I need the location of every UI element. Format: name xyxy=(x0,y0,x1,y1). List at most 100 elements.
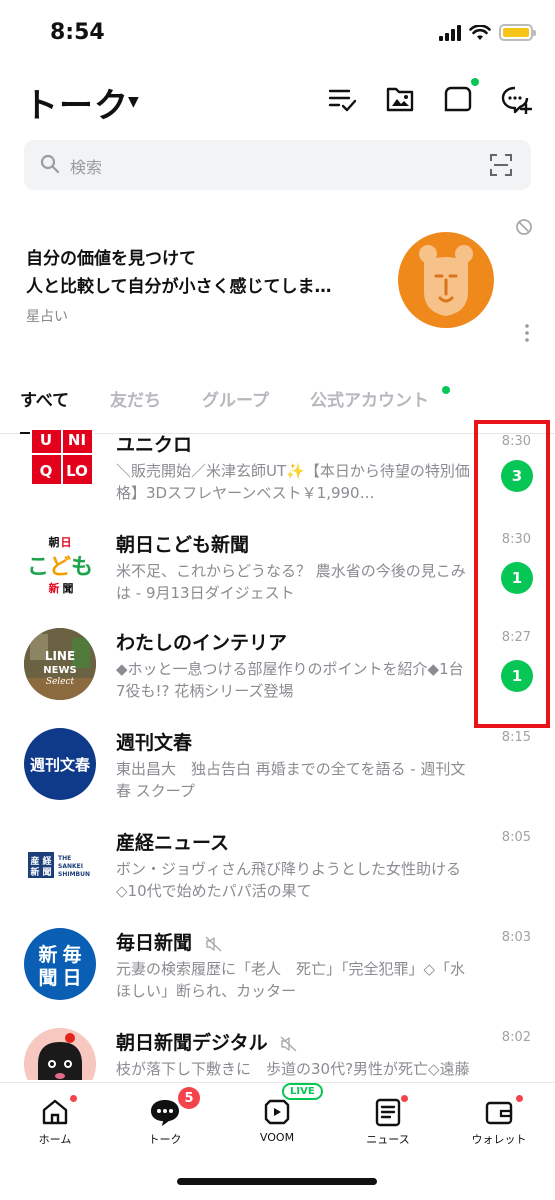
chat-preview: 枝が落下し下敷きに 歩道の30代?男性が死亡◇遠藤容疑者の独り言 xyxy=(116,1060,470,1078)
svg-text:新: 新 xyxy=(38,943,57,966)
chat-list: U NI Q LO ユニクロ ＼販売開始／米津玄師UT✨【本日から待望の特別価格… xyxy=(0,430,555,1080)
avatar: 新 毎 聞 日 xyxy=(24,928,96,1000)
chat-bubble-icon xyxy=(151,1100,179,1126)
tab-official-accounts[interactable]: 公式アカウント xyxy=(310,386,429,411)
chat-time: 8:05 xyxy=(501,830,531,845)
wallet-icon xyxy=(485,1101,513,1125)
status-icons xyxy=(439,24,536,41)
svg-text:THE: THE xyxy=(58,855,71,862)
chat-preview: 元妻の検索履歴に「老人 死亡」「完全犯罪」◇「水ほしい」断られ、カッター xyxy=(116,960,466,1000)
svg-text:NI: NI xyxy=(68,431,86,449)
hide-banner-icon[interactable] xyxy=(515,218,533,236)
tab-groups[interactable]: グループ xyxy=(202,386,269,411)
search-icon xyxy=(40,154,60,174)
keep-button[interactable] xyxy=(385,84,417,116)
battery-icon xyxy=(499,24,536,41)
svg-text:新: 新 xyxy=(49,581,60,595)
svg-text:日: 日 xyxy=(62,967,81,989)
svg-text:Q: Q xyxy=(40,462,53,480)
notification-dot xyxy=(401,1095,408,1102)
chat-row-uniqlo[interactable]: U NI Q LO ユニクロ ＼販売開始／米津玄師UT✨【本日から待望の特別価格… xyxy=(0,430,555,530)
avatar xyxy=(24,1028,96,1080)
chat-preview: 東出昌大 独占告白 再婚までの全てを語る - 週刊文春 スクープ xyxy=(116,760,466,800)
svg-text:LINE: LINE xyxy=(45,649,75,663)
nav-home[interactable]: ホーム xyxy=(10,1093,100,1147)
tab-friends[interactable]: 友だち xyxy=(110,386,161,411)
svg-text:聞: 聞 xyxy=(38,967,57,989)
svg-text:日: 日 xyxy=(61,536,72,549)
svg-text:SANKEI: SANKEI xyxy=(58,863,83,870)
live-badge: LIVE xyxy=(282,1083,323,1100)
checklist-icon xyxy=(328,89,357,112)
page-title[interactable]: トーク xyxy=(24,78,129,127)
chat-add-icon xyxy=(501,86,533,116)
banner-source: 星占い xyxy=(26,309,68,325)
chevron-down-icon[interactable]: ▼ xyxy=(128,94,139,110)
nav-label: トーク xyxy=(148,1133,182,1146)
svg-text:LO: LO xyxy=(66,462,88,480)
svg-text:U: U xyxy=(40,431,52,449)
edit-list-button[interactable] xyxy=(327,84,359,116)
status-time: 8:54 xyxy=(50,20,105,45)
qr-scan-icon[interactable] xyxy=(489,153,513,177)
avatar: 朝 日 こ ど も 新 聞 xyxy=(24,530,96,602)
home-icon xyxy=(42,1099,68,1125)
home-indicator[interactable] xyxy=(177,1178,377,1185)
nav-talk[interactable]: 5 トーク xyxy=(120,1087,210,1147)
chat-filter-tabs: すべて 友だち グループ 公式アカウント xyxy=(0,380,555,434)
mute-icon xyxy=(205,935,222,952)
folder-image-icon xyxy=(386,87,414,112)
svg-text:ど: ど xyxy=(49,555,71,580)
wifi-icon xyxy=(469,24,491,40)
chat-name: わたしのインテリア xyxy=(116,632,288,654)
header: トーク ▼ xyxy=(0,72,555,128)
more-options-icon[interactable] xyxy=(525,324,529,342)
chat-name: 毎日新聞 xyxy=(116,928,223,955)
promo-banner[interactable]: 自分の価値を見つけて 人と比較して自分が小さく感じてしま… 星占い xyxy=(0,210,555,350)
new-indicator-dot xyxy=(471,78,479,86)
chat-row-asahi-digital[interactable]: 朝日新聞デジタル 枝が落下し下敷きに 歩道の30代?男性が死亡◇遠藤容疑者の独り… xyxy=(0,1028,555,1080)
chat-square-icon xyxy=(444,86,472,112)
svg-text:朝: 朝 xyxy=(49,535,60,549)
chat-row-interior[interactable]: LINE NEWS Select わたしのインテリア ◆ホッと一息つける部屋作り… xyxy=(0,628,555,728)
chat-row-mainichi[interactable]: 新 毎 聞 日 毎日新聞 元妻の検索履歴に「老人 死亡」「完全犯罪」◇「水ほしい… xyxy=(0,928,555,1028)
search-bar[interactable]: 検索 xyxy=(24,140,531,190)
svg-text:Select: Select xyxy=(46,677,75,687)
chat-time: 8:15 xyxy=(501,730,531,745)
chat-name: 朝日こども新聞 xyxy=(116,534,250,556)
new-chat-button[interactable] xyxy=(501,84,533,116)
chat-row-sankei[interactable]: 産 経 新 聞 THE SANKEI SHIMBUN 産経ニュース ボン・ジョヴ… xyxy=(0,828,555,928)
chat-preview: ボン・ジョヴィさん飛び降りようとした女性助ける◇10代で始めたパパ活の果て xyxy=(116,860,462,900)
avatar: 週刊文春 xyxy=(24,728,96,800)
news-icon xyxy=(375,1098,401,1127)
cellular-signal-icon xyxy=(439,24,461,41)
chat-row-asahi-kodomo[interactable]: 朝 日 こ ど も 新 聞 朝日こども新聞 米不足、これからどうなる？ 農水省の… xyxy=(0,530,555,630)
chat-name: ユニクロ xyxy=(116,434,193,456)
chat-preview: ◆ホッと一息つける部屋作りのポイントを紹介◆1台7役も!? 花柄シリーズ登場 xyxy=(116,660,464,700)
svg-text:経: 経 xyxy=(42,855,52,867)
chat-preview: ＼販売開始／米津玄師UT✨【本日から待望の特別価格】3Dスフレヤーンベスト￥1,… xyxy=(116,462,470,502)
chat-time: 8:03 xyxy=(501,930,531,945)
chat-row-bunshun[interactable]: 週刊文春 週刊文春 東出昌大 独占告白 再婚までの全てを語る - 週刊文春 スク… xyxy=(0,728,555,828)
chat-name: 朝日新聞デジタル xyxy=(116,1028,298,1055)
status-bar: 8:54 xyxy=(0,0,555,70)
nav-voom[interactable]: LIVE VOOM xyxy=(232,1083,323,1144)
nav-news[interactable]: ニュース xyxy=(343,1093,433,1147)
search-input[interactable]: 検索 xyxy=(70,154,102,178)
svg-text:こ: こ xyxy=(27,555,49,580)
tab-all[interactable]: すべて xyxy=(20,386,69,411)
svg-text:新: 新 xyxy=(30,866,39,878)
mute-icon xyxy=(280,1035,297,1052)
chat-time: 8:02 xyxy=(501,1030,531,1045)
nav-label: ホーム xyxy=(38,1133,72,1146)
nav-wallet[interactable]: ウォレット xyxy=(454,1093,544,1147)
nav-label: VOOM xyxy=(259,1131,295,1144)
svg-text:SHIMBUN: SHIMBUN xyxy=(58,871,90,878)
unread-count-badge: 5 xyxy=(178,1087,200,1109)
lion-illustration xyxy=(398,232,494,328)
svg-text:聞: 聞 xyxy=(63,582,74,595)
nav-label: ウォレット xyxy=(471,1133,527,1146)
openchat-button[interactable] xyxy=(443,78,479,116)
svg-text:産: 産 xyxy=(30,855,39,867)
chat-name-text: 朝日新聞デジタル xyxy=(116,1032,268,1054)
